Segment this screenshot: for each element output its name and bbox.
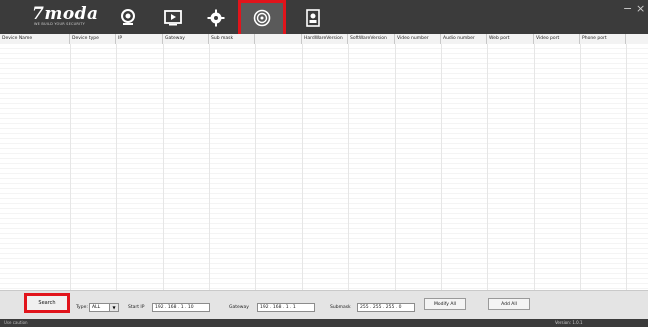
type-label: Type: <box>76 305 88 310</box>
version-text: Version: 1.0.1 <box>555 320 583 325</box>
app-logo: 7moda <box>32 4 99 24</box>
column-web-port[interactable]: Web port <box>487 34 534 44</box>
column-audio-number[interactable]: Audio number <box>441 34 487 44</box>
grid-divider <box>163 44 164 290</box>
grid-divider <box>395 44 396 290</box>
device-table-body[interactable] <box>0 44 648 290</box>
column-unnamed[interactable] <box>255 34 302 44</box>
type-select[interactable]: ALL ▼ <box>89 303 119 312</box>
live-view-icon[interactable] <box>117 7 139 29</box>
column-device-type[interactable]: Device type <box>70 34 116 44</box>
user-icon[interactable] <box>302 7 324 29</box>
grid-divider <box>626 44 627 290</box>
column-phone-port[interactable]: Phone port <box>580 34 626 44</box>
type-select-value: ALL <box>92 305 101 310</box>
device-search-icon[interactable] <box>251 7 273 29</box>
grid-divider <box>348 44 349 290</box>
column-sub-mask[interactable]: Sub mask <box>209 34 255 44</box>
column-hardware-version[interactable]: HardWareVersion <box>302 34 348 44</box>
gateway-label: Gateway <box>229 305 249 310</box>
column-device-name[interactable]: Device Name <box>0 34 70 44</box>
playback-icon[interactable] <box>162 7 184 29</box>
column-ip[interactable]: IP <box>116 34 163 44</box>
start-ip-input[interactable]: 192 . 168 . 1 . 10 <box>152 303 210 312</box>
grid-divider <box>534 44 535 290</box>
minimize-button[interactable]: − <box>623 2 632 15</box>
status-text: Use caution <box>4 320 28 325</box>
submask-label: Submask <box>330 305 351 310</box>
grid-divider <box>580 44 581 290</box>
column-video-number[interactable]: Video number <box>395 34 441 44</box>
column-software-version[interactable]: SoftWareVersion <box>348 34 395 44</box>
status-bar: Use caution Version: 1.0.1 <box>0 319 648 327</box>
gateway-input[interactable]: 192 . 168 . 1 . 1 <box>257 303 315 312</box>
grid-divider <box>255 44 256 290</box>
submask-input[interactable]: 255 . 255 . 255 . 0 <box>357 303 415 312</box>
grid-divider <box>487 44 488 290</box>
modify-all-button[interactable]: Modify All <box>424 298 466 310</box>
app-logo-tagline: WE BUILD YOUR SECURITY <box>34 22 85 26</box>
start-ip-label: Start IP <box>128 305 145 310</box>
column-video-port[interactable]: Video port <box>534 34 580 44</box>
add-all-button[interactable]: Add All <box>488 298 530 310</box>
settings-icon[interactable] <box>205 7 227 29</box>
grid-divider <box>302 44 303 290</box>
search-button[interactable]: Search <box>24 293 70 313</box>
column-extra <box>626 34 648 44</box>
grid-divider <box>70 44 71 290</box>
close-button[interactable]: × <box>636 2 645 15</box>
chevron-down-icon[interactable]: ▼ <box>109 304 118 311</box>
grid-divider <box>209 44 210 290</box>
grid-divider <box>441 44 442 290</box>
grid-divider <box>116 44 117 290</box>
column-gateway[interactable]: Gateway <box>163 34 209 44</box>
